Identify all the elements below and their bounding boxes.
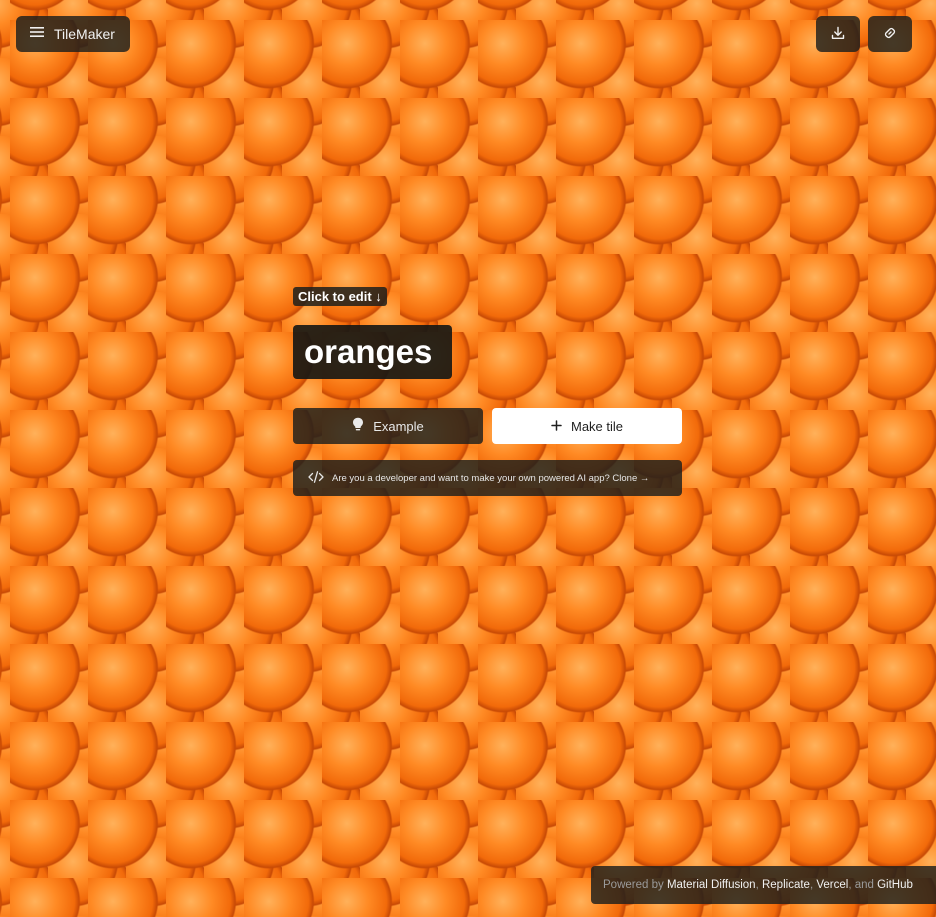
download-button[interactable] [816, 16, 860, 52]
download-icon [831, 25, 845, 44]
link-vercel[interactable]: Vercel [816, 879, 848, 891]
click-to-edit-hint: Click to edit ↓ [293, 287, 387, 306]
menu-button[interactable]: TileMaker [16, 16, 130, 52]
code-icon [308, 470, 324, 486]
link-replicate[interactable]: Replicate [762, 879, 810, 891]
prompt-text[interactable]: oranges [293, 325, 452, 379]
copy-link-button[interactable] [868, 16, 912, 52]
app-name: TileMaker [54, 26, 115, 42]
example-button[interactable]: Example [293, 408, 483, 444]
developer-banner-text: Are you a developer and want to make you… [332, 472, 650, 484]
make-tile-button-label: Make tile [570, 418, 624, 434]
hamburger-menu-icon [30, 26, 44, 42]
powered-by-prefix: Powered by [603, 879, 664, 891]
example-button-label: Example [373, 418, 424, 434]
powered-by-footer: Powered by Material Diffusion, Replicate… [591, 866, 936, 904]
footer-separator: , [848, 879, 852, 891]
footer-separator: , [755, 879, 759, 891]
link-icon [883, 25, 897, 44]
make-tile-button[interactable]: Make tile [492, 408, 682, 444]
footer-separator: , [809, 879, 814, 891]
link-github[interactable]: GitHub [877, 879, 913, 891]
lightbulb-icon [352, 417, 364, 435]
footer-and: and [854, 879, 874, 891]
link-material-diffusion[interactable]: Material Diffusion [667, 879, 756, 891]
plus-icon [551, 419, 562, 434]
developer-clone-banner[interactable]: Are you a developer and want to make you… [293, 460, 682, 496]
